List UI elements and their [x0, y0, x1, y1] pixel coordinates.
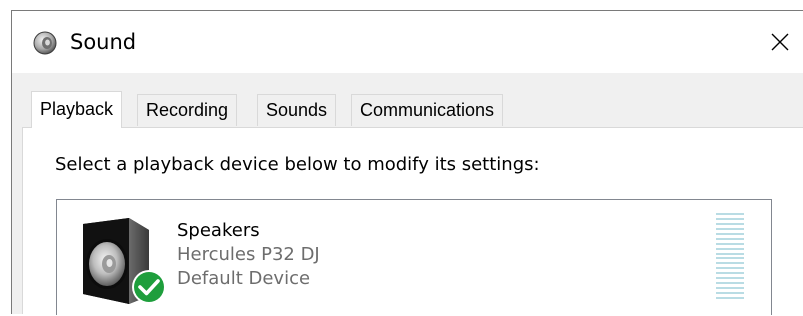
level-meter-segment: [716, 222, 744, 225]
level-meter-segment: [716, 262, 744, 265]
device-model: Hercules P32 DJ: [177, 244, 320, 265]
default-check-icon: [132, 270, 166, 304]
speaker-app-icon: [33, 31, 57, 55]
level-meter-segment: [716, 252, 744, 255]
list-item[interactable]: Speakers Hercules P32 DJ Default Device: [57, 200, 771, 316]
device-list[interactable]: Speakers Hercules P32 DJ Default Device: [56, 199, 772, 315]
title-bar[interactable]: Sound: [12, 11, 803, 73]
close-button[interactable]: [757, 11, 803, 73]
sound-dialog: Sound Playback Recording Sounds Communic…: [0, 0, 803, 315]
level-meter-segment: [716, 213, 744, 215]
tab-recording[interactable]: Recording: [137, 94, 238, 126]
level-meter-segment: [716, 296, 744, 299]
level-meter-segment: [716, 287, 744, 290]
instruction-text: Select a playback device below to modify…: [55, 154, 540, 175]
level-meter-segment: [716, 277, 744, 280]
level-meter-segment: [716, 292, 744, 294]
level-meter-segment: [716, 217, 744, 220]
level-meter-segment: [716, 227, 744, 230]
level-meter-segment: [716, 232, 744, 235]
playback-panel: Select a playback device below to modify…: [22, 127, 803, 315]
level-meter-segment: [716, 257, 744, 260]
dialog-content: Playback Recording Sounds Communications…: [12, 73, 803, 315]
speaker-icon: [83, 218, 166, 304]
level-meter-segment: [716, 272, 744, 275]
device-status: Default Device: [177, 268, 311, 289]
device-name: Speakers: [177, 220, 260, 241]
tab-label: Sounds: [266, 100, 328, 120]
tab-label: Playback: [40, 99, 114, 119]
window-title: Sound: [70, 30, 137, 54]
tab-label: Communications: [360, 100, 495, 120]
tab-communications[interactable]: Communications: [351, 94, 504, 126]
volume-level-meter: [716, 213, 744, 299]
tab-sounds[interactable]: Sounds: [257, 94, 337, 126]
level-meter-segment: [716, 237, 744, 240]
close-icon: [771, 33, 789, 51]
level-meter-segment: [716, 267, 744, 270]
level-meter-segment: [716, 242, 744, 245]
level-meter-segment: [716, 282, 744, 285]
tab-playback[interactable]: Playback: [31, 91, 123, 128]
level-meter-segment: [716, 247, 744, 250]
tab-label: Recording: [146, 100, 229, 120]
